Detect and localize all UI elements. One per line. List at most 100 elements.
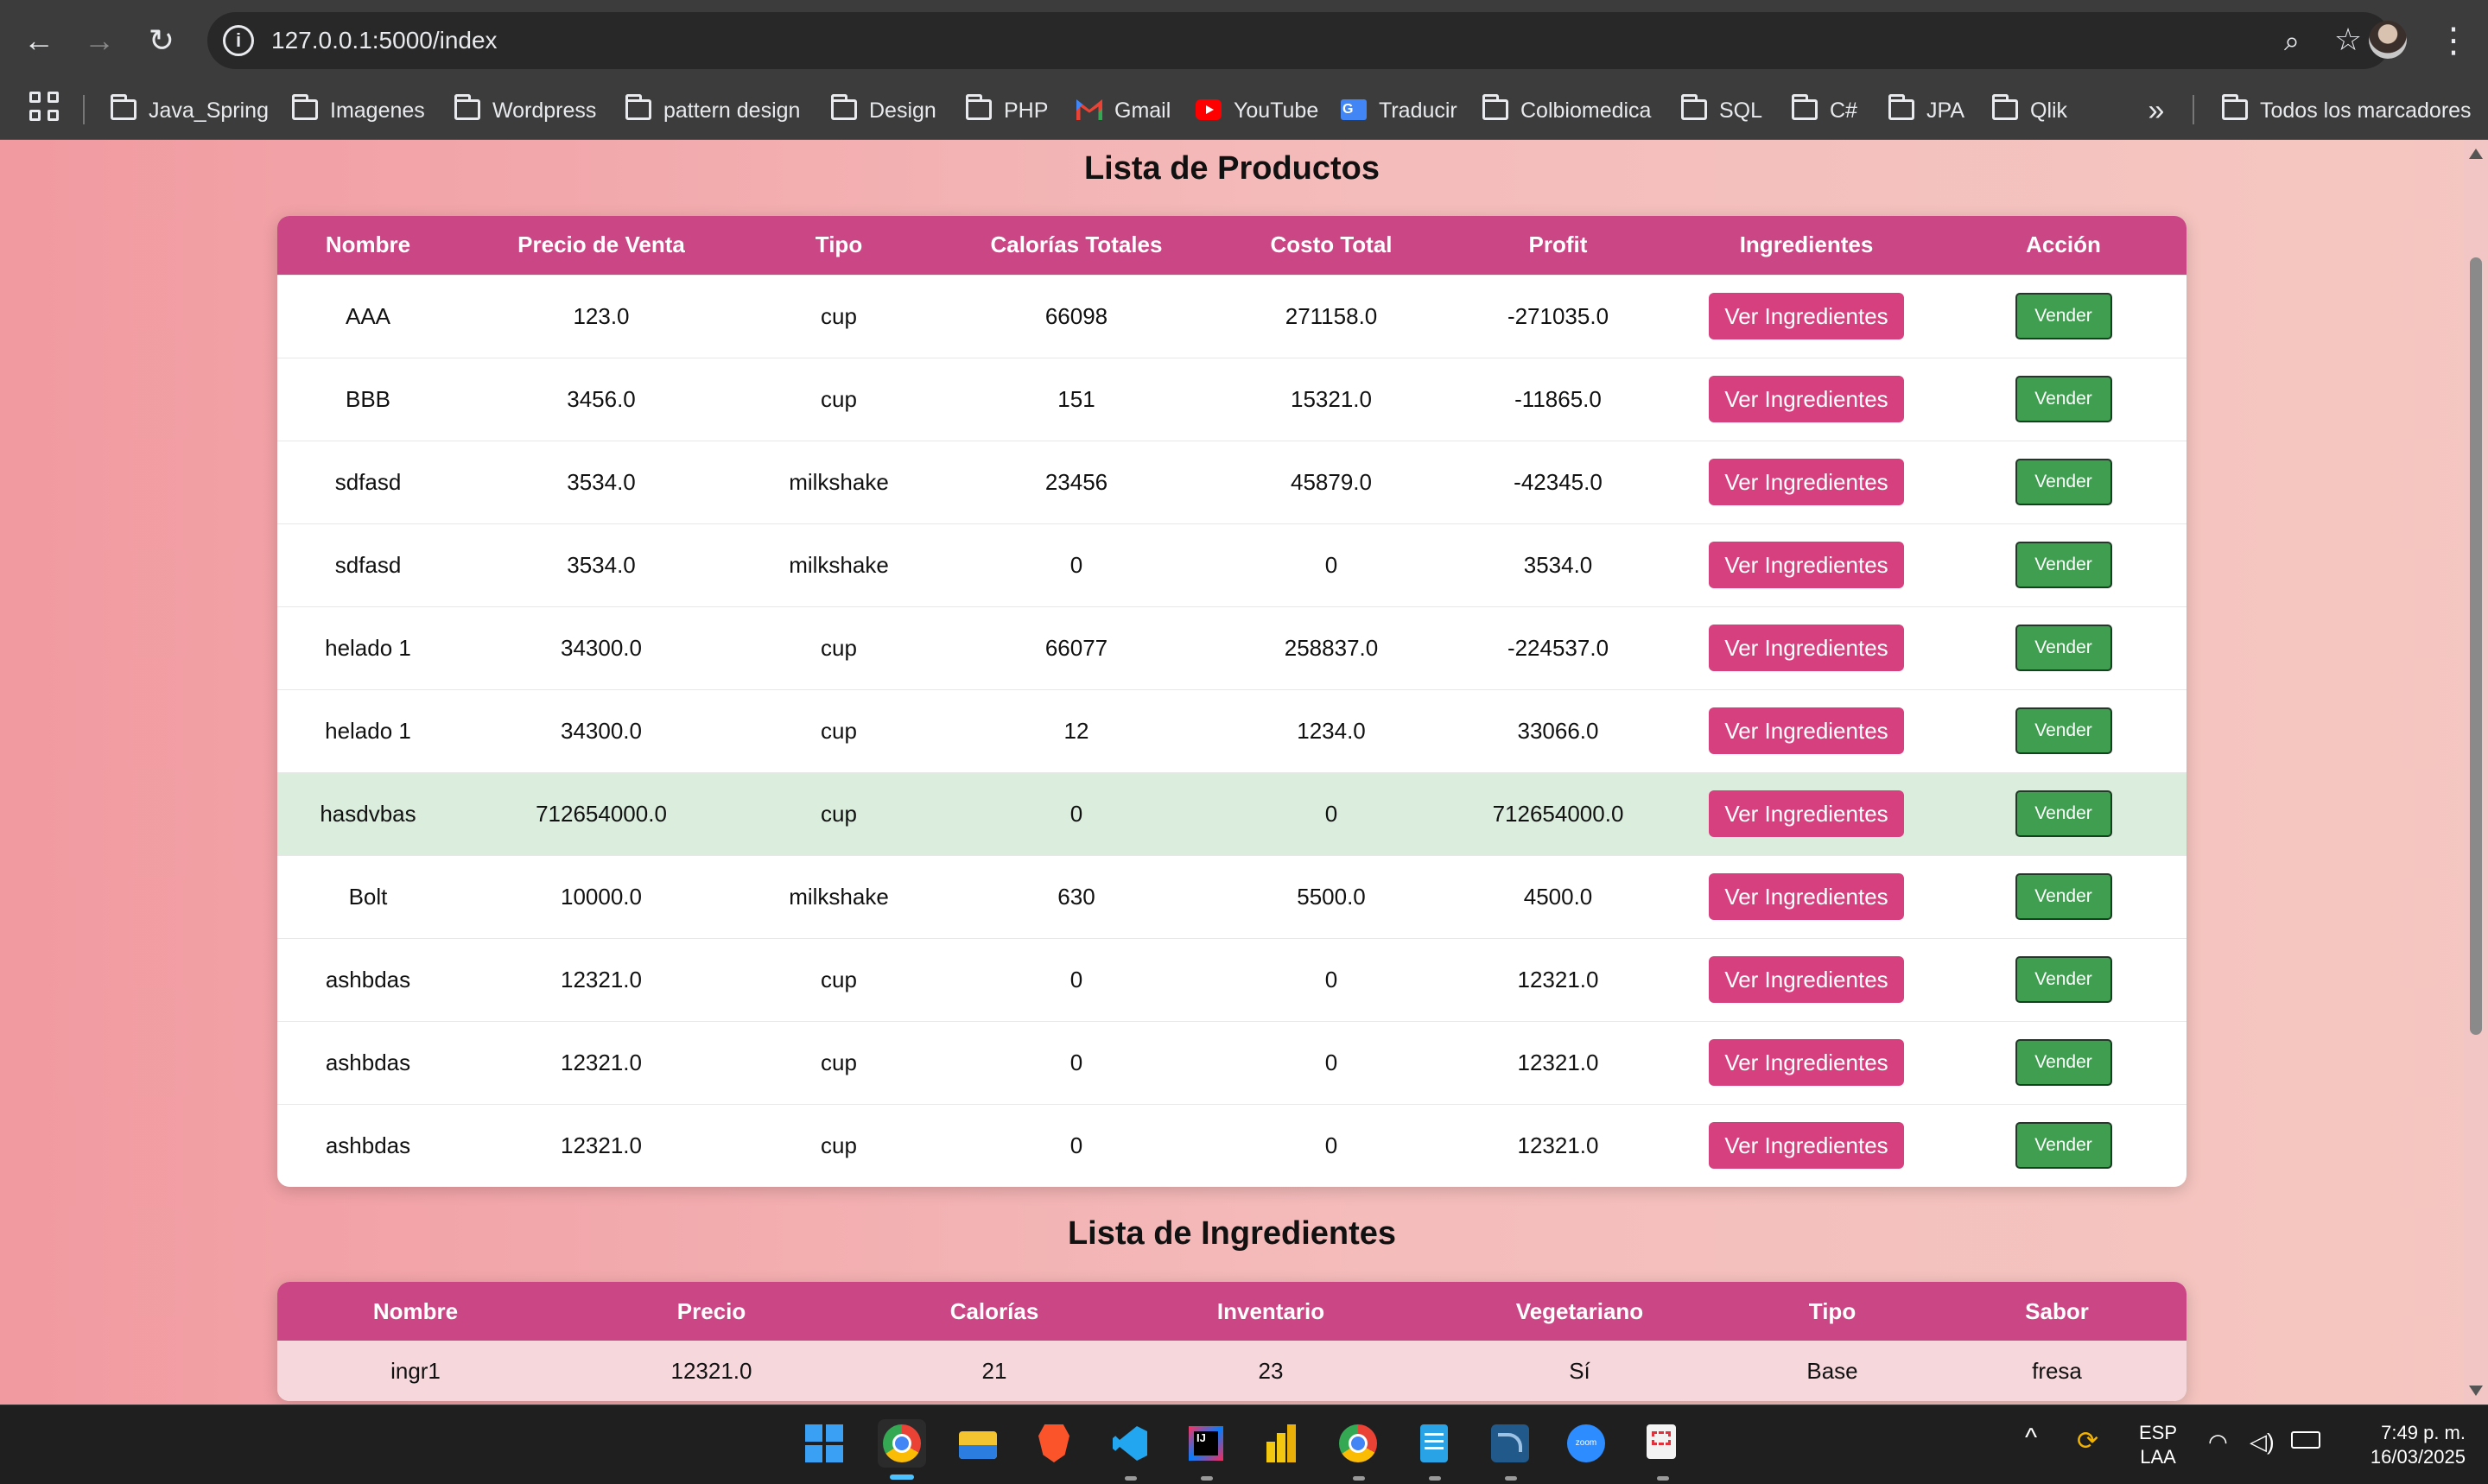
zoom-icon[interactable]: ⌕ (2275, 24, 2308, 57)
table-row: hasdvbas 712654000.0 cup 0 0 712654000.0 Ver I… (277, 771, 2187, 855)
site-info-icon[interactable]: i (223, 25, 254, 56)
column-header: Calorías Totales (934, 216, 1219, 275)
sell-button[interactable]: Vender (2015, 1039, 2112, 1086)
scroll-thumb[interactable] (2470, 257, 2482, 1035)
show-hidden-icons-chevron-icon[interactable]: ^ (2025, 1425, 2037, 1451)
address-bar[interactable]: i 127.0.0.1:5000/index ⌕ ☆ (207, 12, 2391, 69)
snipping-tool-icon[interactable] (1638, 1419, 1686, 1468)
action-cell: Vender (1940, 523, 2187, 606)
brave-browser-icon[interactable] (1030, 1419, 1078, 1468)
sell-button[interactable]: Vender (2015, 956, 2112, 1003)
product-name: helado 1 (277, 688, 459, 772)
column-header: Calorías (869, 1282, 1120, 1341)
sell-button[interactable]: Vender (2015, 625, 2112, 671)
view-ingredients-button[interactable]: Ver Ingredientes (1709, 293, 1904, 339)
reload-icon[interactable]: ↻ (140, 19, 183, 62)
more-bookmarks-chevron-icon[interactable]: » (2139, 81, 2174, 140)
view-ingredients-button[interactable]: Ver Ingredientes (1709, 1039, 1904, 1086)
bookmark-pattern-design[interactable]: pattern design (625, 81, 800, 140)
view-ingredients-button[interactable]: Ver Ingredientes (1709, 376, 1904, 422)
volume-icon[interactable]: ◁) (2250, 1430, 2275, 1454)
sell-button[interactable]: Vender (2015, 459, 2112, 505)
chrome-icon[interactable] (878, 1419, 926, 1468)
scroll-up-arrow-icon[interactable] (2469, 149, 2483, 159)
view-ingredients-button[interactable]: Ver Ingredientes (1709, 459, 1904, 505)
column-header: Tipo (744, 216, 934, 275)
notepad-icon[interactable] (1410, 1419, 1458, 1468)
wifi-icon[interactable]: ◠ (2208, 1430, 2228, 1454)
bookmark-gmail[interactable]: Gmail (1076, 81, 1171, 140)
bookmark-traducir[interactable]: Traducir (1341, 80, 1457, 140)
scroll-down-arrow-icon[interactable] (2469, 1386, 2483, 1396)
clock[interactable]: 7:49 p. m. 16/03/2025 (2343, 1421, 2466, 1469)
view-ingredients-button[interactable]: Ver Ingredientes (1709, 790, 1904, 837)
table-row: BBB 3456.0 cup 151 15321.0 -11865.0 Ver Ingred… (277, 357, 2187, 441)
view-ingredients-button[interactable]: Ver Ingredientes (1709, 956, 1904, 1003)
view-ingredients-button[interactable]: Ver Ingredientes (1709, 542, 1904, 588)
product-cost: 45879.0 (1219, 440, 1444, 523)
view-ingredients-button[interactable]: Ver Ingredientes (1709, 873, 1904, 920)
power-bi-icon[interactable] (1258, 1419, 1306, 1468)
folder-icon (831, 94, 857, 120)
language-indicator[interactable]: ESP LAA (2136, 1421, 2180, 1469)
sync-icon[interactable]: ⟳ (2077, 1429, 2098, 1455)
bookmark-php[interactable]: PHP (966, 81, 1048, 140)
ingredients-cell: Ver Ingredientes (1672, 440, 1940, 523)
sell-button[interactable]: Vender (2015, 790, 2112, 837)
intellij-idea-icon[interactable]: IJ (1182, 1419, 1230, 1468)
column-header: Profit (1444, 216, 1672, 275)
products-title: Lista de Productos (1083, 150, 1380, 187)
sell-button[interactable]: Vender (2015, 293, 2112, 339)
chrome-profile-icon[interactable] (1334, 1419, 1382, 1468)
product-calories: 151 (934, 357, 1219, 441)
bookmark-design[interactable]: Design (831, 81, 936, 140)
bookmark-java-spring[interactable]: Java_Spring (111, 81, 269, 140)
product-type: cup (744, 771, 934, 855)
sell-button[interactable]: Vender (2015, 707, 2112, 754)
bookmark-jpa[interactable]: JPA (1888, 81, 1964, 140)
sell-button[interactable]: Vender (2015, 1122, 2112, 1170)
bookmark-star-icon[interactable]: ☆ (2331, 22, 2365, 57)
bookmark-imagenes[interactable]: Imagenes (292, 81, 425, 140)
folder-icon (1992, 94, 2018, 120)
product-cost: 1234.0 (1219, 688, 1444, 772)
bookmark-wordpress[interactable]: Wordpress (454, 81, 596, 140)
profile-avatar[interactable] (2369, 21, 2407, 59)
sell-button[interactable]: Vender (2015, 873, 2112, 920)
view-ingredients-button[interactable]: Ver Ingredientes (1709, 1122, 1904, 1170)
apps-grid-icon[interactable] (29, 92, 64, 126)
bookmark-label: Imagenes (330, 98, 425, 123)
view-ingredients-button[interactable]: Ver Ingredientes (1709, 707, 1904, 754)
battery-icon[interactable] (2291, 1431, 2320, 1449)
file-explorer-icon[interactable] (954, 1419, 1002, 1468)
sell-button[interactable]: Vender (2015, 376, 2112, 422)
product-price: 3534.0 (459, 440, 744, 523)
action-cell: Vender (1940, 440, 2187, 523)
folder-icon (1681, 94, 1707, 120)
product-cost: 0 (1219, 771, 1444, 855)
menu-dots-icon[interactable]: ⋮ (2436, 19, 2471, 62)
bookmarks-separator (2193, 95, 2194, 124)
action-cell: Vender (1940, 688, 2187, 772)
page-scrollbar[interactable] (2464, 140, 2488, 1405)
back-arrow-icon[interactable]: ← (17, 19, 60, 62)
vscode-icon[interactable] (1106, 1419, 1154, 1468)
product-profit: 12321.0 (1444, 1020, 1672, 1104)
windows-start-icon[interactable] (800, 1419, 848, 1468)
forward-arrow-icon[interactable]: → (78, 19, 121, 62)
view-ingredients-button[interactable]: Ver Ingredientes (1709, 625, 1904, 671)
sell-button[interactable]: Vender (2015, 542, 2112, 588)
ingredient-vegetarian: Sí (1422, 1341, 1737, 1401)
zoom-app-icon[interactable]: zoom (1562, 1419, 1610, 1468)
bookmark-colbiomedica[interactable]: Colbiomedica (1482, 81, 1651, 140)
column-header: Sabor (1927, 1282, 2187, 1341)
url-text[interactable]: 127.0.0.1:5000/index (271, 12, 498, 69)
bookmark-sql[interactable]: SQL (1681, 81, 1762, 140)
all-bookmarks-folder[interactable]: Todos los marcadores (2222, 81, 2472, 140)
bookmark-c-[interactable]: C# (1792, 81, 1857, 140)
products-header-row: Nombre Precio de Venta Tipo Calorías Totale… (277, 216, 2187, 275)
mysql-workbench-icon[interactable] (1486, 1419, 1534, 1468)
bookmark-qlik[interactable]: Qlik (1992, 81, 2067, 140)
product-calories: 0 (934, 937, 1219, 1021)
bookmark-youtube[interactable]: YouTube (1196, 81, 1318, 140)
